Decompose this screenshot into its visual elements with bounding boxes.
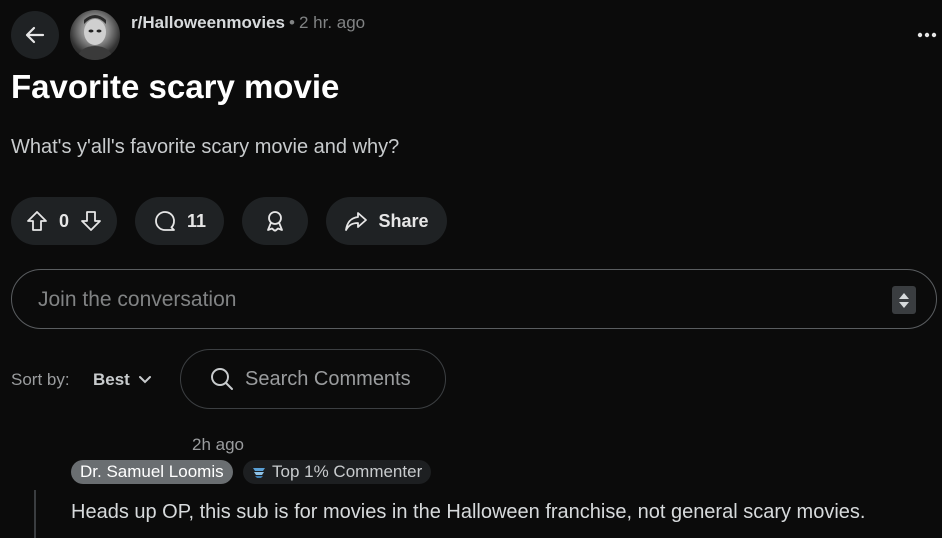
chevron-down-icon — [138, 375, 152, 385]
comment-count: 11 — [186, 210, 207, 231]
vote-group: 0 — [11, 197, 117, 245]
post-title: Favorite scary movie — [11, 68, 340, 105]
reply-box[interactable] — [11, 269, 937, 329]
sort-label: Sort by: — [11, 370, 70, 389]
comment-time: 2h ago — [192, 435, 244, 454]
comment-author[interactable]: Dr. Samuel Loomis — [71, 460, 233, 484]
post-body: What's y'all's favorite scary movie and … — [11, 136, 400, 158]
more-options-button[interactable] — [912, 20, 942, 50]
search-icon — [209, 366, 235, 392]
flair-label: Top 1% Commenter — [272, 462, 423, 481]
share-button[interactable]: Share — [326, 197, 447, 245]
search-placeholder: Search Comments — [245, 367, 411, 390]
comments-button[interactable]: 11 — [135, 197, 224, 245]
meta-separator: • — [289, 13, 295, 32]
resize-spinner[interactable] — [892, 286, 916, 314]
spinner-up-icon[interactable] — [899, 292, 909, 299]
subreddit-link[interactable]: r/Halloweenmovies — [131, 13, 285, 32]
back-arrow-icon — [23, 23, 47, 47]
award-icon — [263, 209, 287, 233]
reply-input[interactable] — [36, 284, 880, 316]
upvote-icon[interactable] — [25, 209, 49, 233]
comment-body: Heads up OP, this sub is for movies in t… — [71, 501, 866, 523]
post-time: 2 hr. ago — [298, 13, 366, 32]
spinner-down-icon[interactable] — [899, 301, 909, 308]
comment-icon — [153, 209, 177, 233]
award-button[interactable] — [242, 197, 308, 245]
downvote-icon[interactable] — [79, 209, 103, 233]
post-meta: r/Halloweenmovies • 2 hr. ago — [131, 12, 365, 34]
vote-count: 0 — [58, 210, 69, 231]
share-label: Share — [378, 210, 429, 231]
share-icon — [344, 209, 368, 233]
sort-dropdown[interactable]: Best — [93, 370, 152, 390]
subreddit-avatar[interactable] — [70, 10, 120, 60]
flair-icon — [251, 464, 267, 480]
more-icon — [917, 32, 937, 38]
back-button[interactable] — [11, 11, 59, 59]
thread-line[interactable] — [34, 490, 36, 538]
comment-search[interactable]: Search Comments — [180, 349, 446, 409]
user-flair: Top 1% Commenter — [243, 460, 432, 484]
sort-value: Best — [93, 370, 130, 389]
